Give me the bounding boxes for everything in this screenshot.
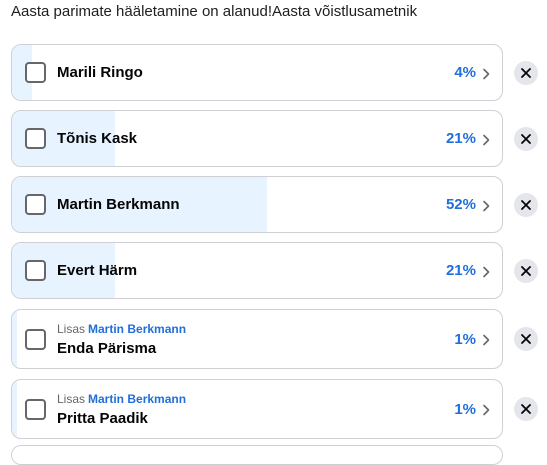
chevron-right-icon[interactable]	[482, 266, 490, 278]
chevron-right-icon[interactable]	[482, 334, 490, 346]
chevron-right-icon[interactable]	[482, 68, 490, 80]
option-label: Marili Ringo	[57, 64, 143, 81]
checkbox-icon[interactable]	[25, 260, 46, 281]
vote-percentage: 52%	[445, 196, 476, 213]
chevron-right-icon[interactable]	[482, 404, 490, 416]
checkbox-icon[interactable]	[25, 194, 46, 215]
vote-percentage: 21%	[445, 130, 476, 147]
added-by-label: Lisas Martin Berkmann	[57, 322, 186, 336]
checkbox-icon[interactable]	[25, 399, 46, 420]
poll-option[interactable]: Lisas Martin Berkmann Pritta Paadik 1%	[11, 379, 503, 439]
vote-percentage: 21%	[445, 262, 476, 279]
option-label: Enda Pärisma	[57, 340, 157, 357]
remove-option-button[interactable]	[514, 127, 538, 151]
added-by-prefix: Lisas	[57, 392, 86, 406]
close-icon	[521, 68, 531, 78]
checkbox-icon[interactable]	[25, 62, 46, 83]
poll-option[interactable]: Lisas Martin Berkmann Enda Pärisma 1%	[11, 309, 503, 369]
close-icon	[521, 334, 531, 344]
close-icon	[521, 134, 531, 144]
option-label: Pritta Paadik	[57, 410, 148, 427]
close-icon	[521, 200, 531, 210]
close-icon	[521, 404, 531, 414]
chevron-right-icon[interactable]	[482, 200, 490, 212]
option-label: Martin Berkmann	[57, 196, 180, 213]
checkbox-icon[interactable]	[25, 128, 46, 149]
option-label: Evert Härm	[57, 262, 138, 279]
vote-share-bar	[12, 310, 17, 368]
remove-option-button[interactable]	[514, 193, 538, 217]
poll-option[interactable]: Evert Härm 21%	[11, 242, 503, 299]
poll-title: Aasta parimate hääletamine on alanud!Aas…	[11, 3, 418, 20]
vote-share-bar	[12, 380, 17, 438]
added-by-user-link[interactable]: Martin Berkmann	[88, 322, 186, 336]
added-by-user-link[interactable]: Martin Berkmann	[88, 392, 186, 406]
remove-option-button[interactable]	[514, 61, 538, 85]
vote-percentage: 1%	[454, 401, 476, 418]
poll-option[interactable]: Martin Berkmann 52%	[11, 176, 503, 233]
close-icon	[521, 266, 531, 276]
option-label: Tõnis Kask	[57, 130, 138, 147]
poll-option[interactable]: Marili Ringo 4%	[11, 44, 503, 101]
remove-option-button[interactable]	[514, 259, 538, 283]
chevron-right-icon[interactable]	[482, 134, 490, 146]
poll-option[interactable]: Tõnis Kask 21%	[11, 110, 503, 167]
remove-option-button[interactable]	[514, 397, 538, 421]
vote-percentage: 4%	[454, 64, 476, 81]
added-by-label: Lisas Martin Berkmann	[57, 392, 186, 406]
poll-option-partial[interactable]	[11, 445, 503, 465]
remove-option-button[interactable]	[514, 327, 538, 351]
added-by-prefix: Lisas	[57, 322, 86, 336]
vote-percentage: 1%	[454, 331, 476, 348]
checkbox-icon[interactable]	[25, 329, 46, 350]
